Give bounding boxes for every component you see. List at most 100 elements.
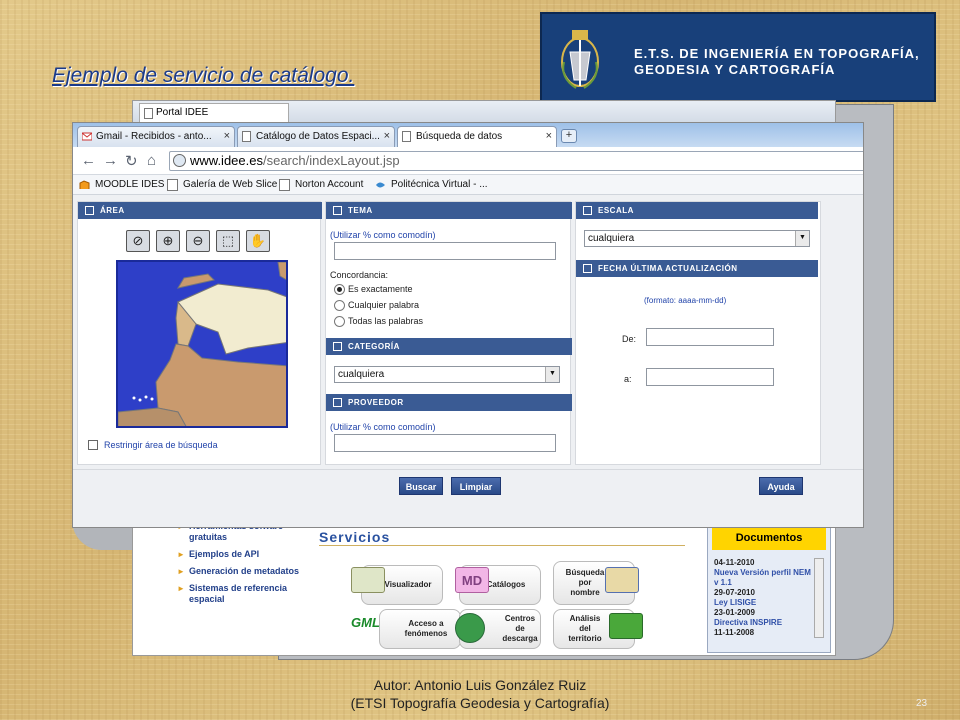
- globe-thumb-icon: [455, 613, 485, 643]
- browser-window: Gmail - Recibidos - anto... × Catálogo d…: [72, 122, 864, 528]
- school-name: E.T.S. DE INGENIERÍA EN TOPOGRAFÍA, GEOD…: [634, 46, 920, 78]
- reload-icon[interactable]: ↻: [125, 152, 138, 170]
- documents-scrollbar[interactable]: [814, 558, 824, 638]
- moodle-icon: [79, 180, 90, 189]
- doc-link[interactable]: Directiva INSPIRE: [714, 618, 814, 628]
- restrict-area-checkbox[interactable]: [88, 440, 98, 450]
- theme-panel: TEMA (Utilizar % como comodín) Concordan…: [325, 201, 572, 465]
- pan-hand-icon[interactable]: ✋: [246, 230, 270, 252]
- map-drawing: [118, 262, 286, 426]
- page-icon: [167, 179, 178, 191]
- browser-tabbar: Gmail - Recibidos - anto... × Catálogo d…: [73, 123, 863, 148]
- service-label: Análisis del territorio: [568, 614, 602, 643]
- slide-title: Ejemplo de servicio de catálogo.: [52, 64, 355, 87]
- category-header: CATEGORÍA: [326, 338, 572, 355]
- bookmark-politecnica[interactable]: Politécnica Virtual - ...: [375, 179, 488, 190]
- author-line: Autor: Antonio Luis González Ruiz: [373, 677, 587, 693]
- help-button[interactable]: Ayuda: [759, 477, 803, 495]
- documents-list: 04-11-2010 Nueva Versión perfil NEM v 1.…: [714, 558, 814, 638]
- services-heading: Servicios: [319, 529, 391, 545]
- bookmark-moodle[interactable]: MOODLE IDES: [79, 179, 164, 190]
- school-name-line2: GEODESIA Y CARTOGRAFÍA: [634, 62, 836, 77]
- doc-date: 23-01-2009: [714, 608, 755, 617]
- theme-header: TEMA: [326, 202, 572, 219]
- bookmark-label: MOODLE IDES: [95, 179, 165, 190]
- url-path: /search/indexLayout.jsp: [262, 153, 400, 168]
- sidebar-item-metadata[interactable]: Generación de metadatos: [177, 566, 313, 577]
- page-icon: [242, 131, 251, 142]
- page-icon: [144, 108, 153, 119]
- form-divider: [73, 469, 863, 470]
- match-all-radio[interactable]: Todas las palabras: [334, 316, 423, 327]
- service-label: Catálogos: [486, 580, 526, 589]
- url-host: www.idee.es: [190, 153, 263, 168]
- school-seal-icon: [561, 30, 599, 89]
- zoom-in-icon[interactable]: ⊕: [156, 230, 180, 252]
- map-thumb-icon: [351, 567, 385, 593]
- provider-hint: (Utilizar % como comodín): [330, 422, 436, 432]
- browser-navbar: ← → ↻ ⌂ www.idee.es/search/indexLayout.j…: [73, 147, 863, 175]
- service-acceso[interactable]: Acceso a fenómenos: [379, 609, 461, 649]
- date-from-input[interactable]: [646, 328, 774, 346]
- tab-catalogo[interactable]: Catálogo de Datos Espaci... ×: [237, 126, 395, 147]
- portal-tab[interactable]: Portal IDEE: [139, 103, 289, 123]
- match-any-radio[interactable]: Cualquier palabra: [334, 300, 419, 311]
- close-icon[interactable]: ×: [224, 130, 230, 142]
- bookmark-label: Galería de Web Slice: [183, 179, 278, 190]
- date-format-hint: (formato: aaaa-mm-dd): [644, 296, 727, 305]
- new-tab-button[interactable]: +: [561, 129, 577, 143]
- gmail-icon: [82, 132, 92, 141]
- forward-icon[interactable]: →: [103, 152, 118, 169]
- scale-header: ESCALA: [576, 202, 818, 219]
- scale-selected: cualquiera: [588, 233, 635, 244]
- date-to-input[interactable]: [646, 368, 774, 386]
- doc-date: 04-11-2010: [714, 558, 755, 567]
- match-exact-radio[interactable]: Es exactamente: [334, 284, 413, 295]
- doc-date: 11-11-2008: [714, 628, 755, 637]
- service-label: Acceso a fenómenos: [404, 619, 448, 638]
- globe-icon: [173, 154, 186, 167]
- institution-line: (ETSI Topografía Geodesia y Cartografía): [350, 695, 610, 711]
- back-icon[interactable]: ←: [81, 152, 96, 169]
- zoom-out-icon[interactable]: ⊖: [186, 230, 210, 252]
- bookmark-webslice[interactable]: Galería de Web Slice: [167, 179, 278, 191]
- provider-header: PROVEEDOR: [326, 394, 572, 411]
- bookmarks-bar: MOODLE IDES Galería de Web Slice Norton …: [73, 175, 863, 195]
- restrict-area-label: Restringir área de búsqueda: [104, 440, 218, 450]
- doc-date: 29-07-2010: [714, 588, 755, 597]
- slide-number: 23: [916, 698, 928, 709]
- school-banner: E.T.S. DE INGENIERÍA EN TOPOGRAFÍA, GEOD…: [540, 12, 936, 102]
- tab-busqueda[interactable]: Búsqueda de datos ×: [397, 126, 557, 148]
- home-icon[interactable]: ⌂: [147, 152, 156, 169]
- date-from-label: De:: [622, 334, 637, 344]
- theme-input[interactable]: [334, 242, 556, 260]
- address-bar[interactable]: www.idee.es/search/indexLayout.jsp: [169, 151, 863, 171]
- service-label: Visualizador: [384, 580, 432, 589]
- clear-button[interactable]: Limpiar: [451, 477, 501, 495]
- page-icon: [279, 179, 290, 191]
- close-icon[interactable]: ×: [384, 130, 390, 142]
- close-icon[interactable]: ×: [546, 130, 552, 142]
- sidebar-item-crs[interactable]: Sistemas de referencia espacial: [177, 583, 313, 605]
- area-map[interactable]: [116, 260, 288, 428]
- chevron-down-icon: ▼: [545, 367, 559, 382]
- doc-link[interactable]: Ley LISIGE: [714, 598, 814, 608]
- portal-sidebar: Herramientas sofware gratuitas Ejemplos …: [177, 521, 313, 655]
- scale-panel: ESCALA cualquiera ▼ FECHA ÚLTIMA ACTUALI…: [575, 201, 821, 465]
- category-select[interactable]: cualquiera ▼: [334, 366, 560, 383]
- select-box-icon[interactable]: ⬚: [216, 230, 240, 252]
- sidebar-item-api[interactable]: Ejemplos de API: [177, 549, 313, 560]
- service-label: Centros de descarga: [502, 614, 538, 643]
- area-panel: ÁREA ⊘ ⊕ ⊖ ⬚ ✋ Restringir área de búsque…: [77, 201, 322, 465]
- provider-input[interactable]: [334, 434, 556, 452]
- tab-gmail[interactable]: Gmail - Recibidos - anto... ×: [77, 126, 235, 147]
- page-icon: [402, 131, 411, 142]
- scale-select[interactable]: cualquiera ▼: [584, 230, 810, 247]
- bookmark-norton[interactable]: Norton Account: [279, 179, 363, 191]
- no-entry-tool-icon[interactable]: ⊘: [126, 230, 150, 252]
- portal-tab-title: Portal IDEE: [156, 107, 209, 118]
- doc-link[interactable]: Nueva Versión perfil NEM v 1.1: [714, 568, 814, 588]
- services-divider: [319, 545, 685, 546]
- search-button[interactable]: Buscar: [399, 477, 443, 495]
- theme-hint: (Utilizar % como comodín): [330, 230, 436, 240]
